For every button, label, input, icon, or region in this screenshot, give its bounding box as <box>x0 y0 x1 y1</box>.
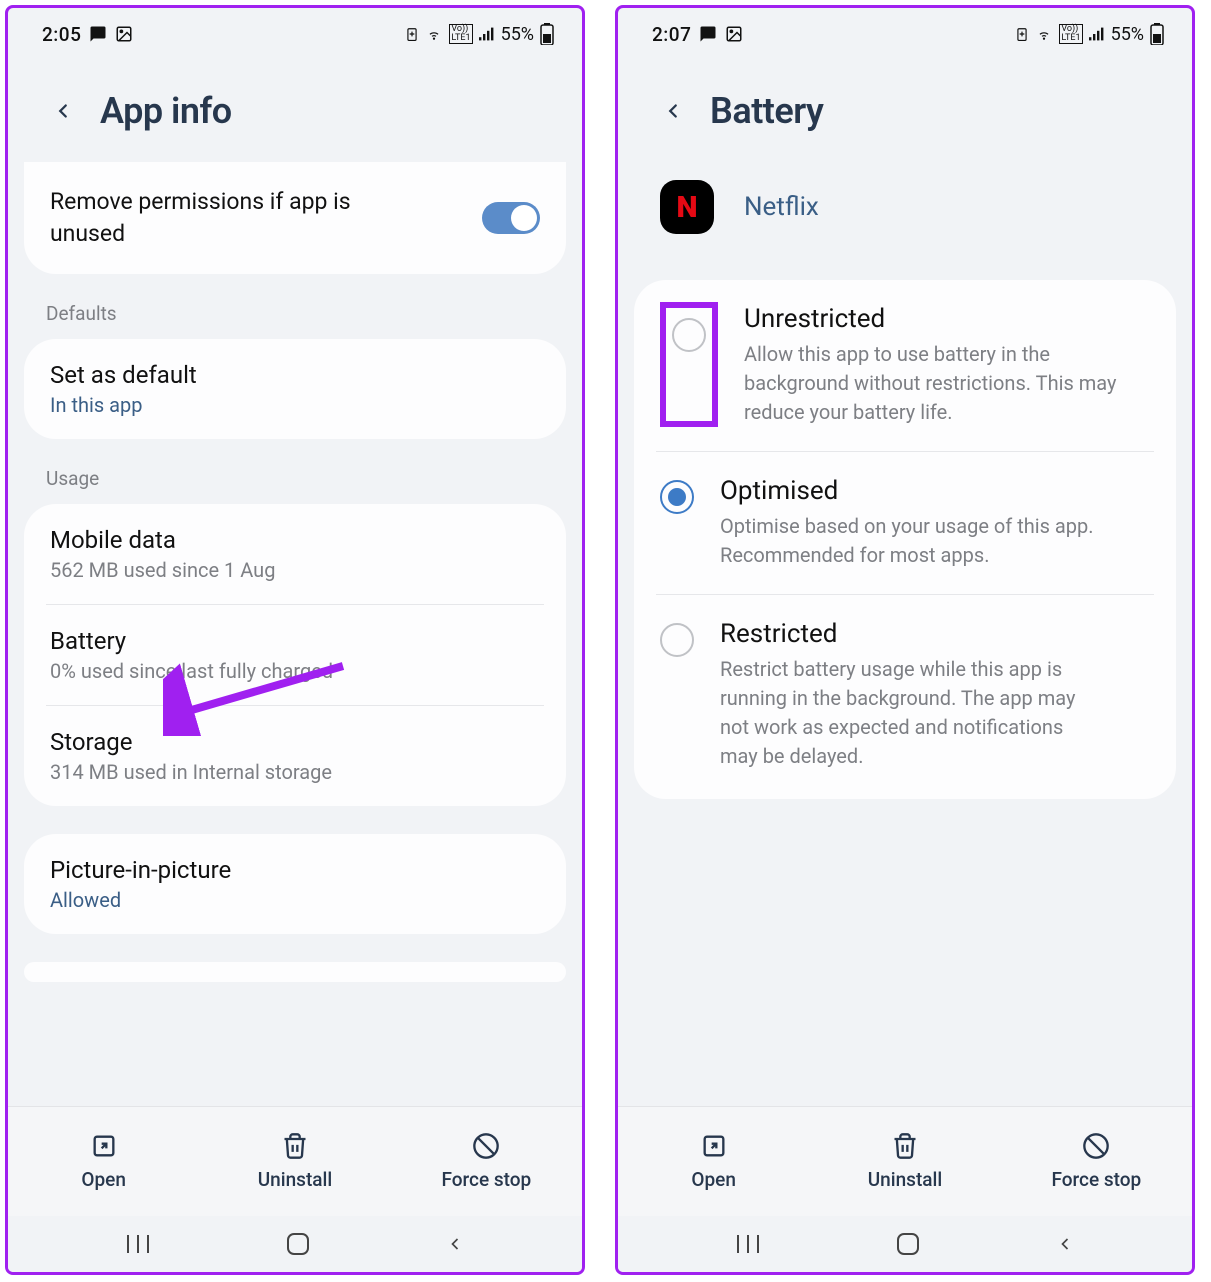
system-nav <box>618 1216 1192 1272</box>
unrestricted-option[interactable]: Unrestricted Allow this app to use batte… <box>634 280 1176 451</box>
app-chip: N Netflix <box>618 168 1192 260</box>
page-title: Battery <box>710 90 823 132</box>
usage-section-label: Usage <box>8 439 582 504</box>
clock: 2:07 <box>652 23 691 46</box>
chat-icon <box>699 25 717 43</box>
system-nav <box>8 1216 582 1272</box>
defaults-card: Set as default In this app <box>24 339 566 439</box>
open-button[interactable]: Open <box>618 1107 809 1216</box>
restricted-radio[interactable] <box>660 623 694 657</box>
battery-options-card: Unrestricted Allow this app to use batte… <box>634 280 1176 799</box>
trash-icon <box>891 1132 919 1160</box>
remove-permissions-row[interactable]: Remove permissions if app is unused <box>24 172 566 264</box>
pip-card: Picture-in-picture Allowed <box>24 834 566 934</box>
permissions-card: Remove permissions if app is unused <box>24 162 566 274</box>
open-icon <box>90 1132 118 1160</box>
usage-card: Mobile data 562 MB used since 1 Aug Batt… <box>24 504 566 806</box>
picture-icon <box>115 25 133 43</box>
status-bar: 2:07 Vo))LTE1 55% <box>618 8 1192 48</box>
home-icon[interactable] <box>895 1231 921 1257</box>
battery-icon <box>1150 23 1164 45</box>
bottom-actions: Open Uninstall Force stop <box>618 1106 1192 1216</box>
force-stop-icon <box>472 1132 500 1160</box>
force-stop-button[interactable]: Force stop <box>1001 1107 1192 1216</box>
recents-icon[interactable] <box>735 1233 761 1255</box>
picture-icon <box>725 25 743 43</box>
open-icon <box>700 1132 728 1160</box>
mobile-data-row[interactable]: Mobile data 562 MB used since 1 Aug <box>24 504 566 604</box>
optimised-radio[interactable] <box>660 480 694 514</box>
page-header: App info <box>8 48 582 168</box>
signal-icon <box>479 27 495 41</box>
back-icon[interactable] <box>52 94 74 128</box>
defaults-section-label: Defaults <box>8 274 582 339</box>
uninstall-button[interactable]: Uninstall <box>809 1107 1000 1216</box>
restricted-option[interactable]: Restricted Restrict battery usage while … <box>634 595 1176 795</box>
page-title: App info <box>100 90 232 132</box>
open-button[interactable]: Open <box>8 1107 199 1216</box>
phone-battery-settings: 2:07 Vo))LTE1 55% Battery N Netflix Unre… <box>615 5 1195 1275</box>
app-name-label: Netflix <box>744 192 819 222</box>
optimised-option[interactable]: Optimised Optimise based on your usage o… <box>634 452 1176 594</box>
remove-permissions-toggle[interactable] <box>482 202 540 234</box>
extra-card <box>24 962 566 982</box>
netflix-app-icon: N <box>660 180 714 234</box>
clock: 2:05 <box>42 23 81 46</box>
battery-pct: 55% <box>501 24 534 45</box>
force-stop-button[interactable]: Force stop <box>391 1107 582 1216</box>
battery-saver-icon <box>405 26 419 42</box>
phone-app-info: 2:05 Vo))LTE1 55% App info Remove permis… <box>5 5 585 1275</box>
volte-icon: Vo))LTE1 <box>1059 24 1082 44</box>
unrestricted-radio[interactable] <box>672 318 706 352</box>
recents-icon[interactable] <box>125 1233 151 1255</box>
annotation-highlight <box>660 302 718 427</box>
volte-icon: Vo))LTE1 <box>449 24 472 44</box>
remove-permissions-label: Remove permissions if app is unused <box>50 186 430 250</box>
wifi-icon <box>425 27 443 41</box>
page-header: Battery <box>618 48 1192 168</box>
battery-saver-icon <box>1015 26 1029 42</box>
chat-icon <box>89 25 107 43</box>
back-icon[interactable] <box>662 94 684 128</box>
status-bar: 2:05 Vo))LTE1 55% <box>8 8 582 48</box>
home-icon[interactable] <box>285 1231 311 1257</box>
battery-row[interactable]: Battery 0% used since last fully charged <box>24 605 566 705</box>
uninstall-button[interactable]: Uninstall <box>199 1107 390 1216</box>
force-stop-icon <box>1082 1132 1110 1160</box>
set-as-default-row[interactable]: Set as default In this app <box>24 339 566 439</box>
wifi-icon <box>1035 27 1053 41</box>
trash-icon <box>281 1132 309 1160</box>
battery-icon <box>540 23 554 45</box>
battery-pct: 55% <box>1111 24 1144 45</box>
nav-back-icon[interactable] <box>445 1231 465 1257</box>
picture-in-picture-row[interactable]: Picture-in-picture Allowed <box>24 834 566 934</box>
storage-row[interactable]: Storage 314 MB used in Internal storage <box>24 706 566 806</box>
nav-back-icon[interactable] <box>1055 1231 1075 1257</box>
signal-icon <box>1089 27 1105 41</box>
bottom-actions: Open Uninstall Force stop <box>8 1106 582 1216</box>
